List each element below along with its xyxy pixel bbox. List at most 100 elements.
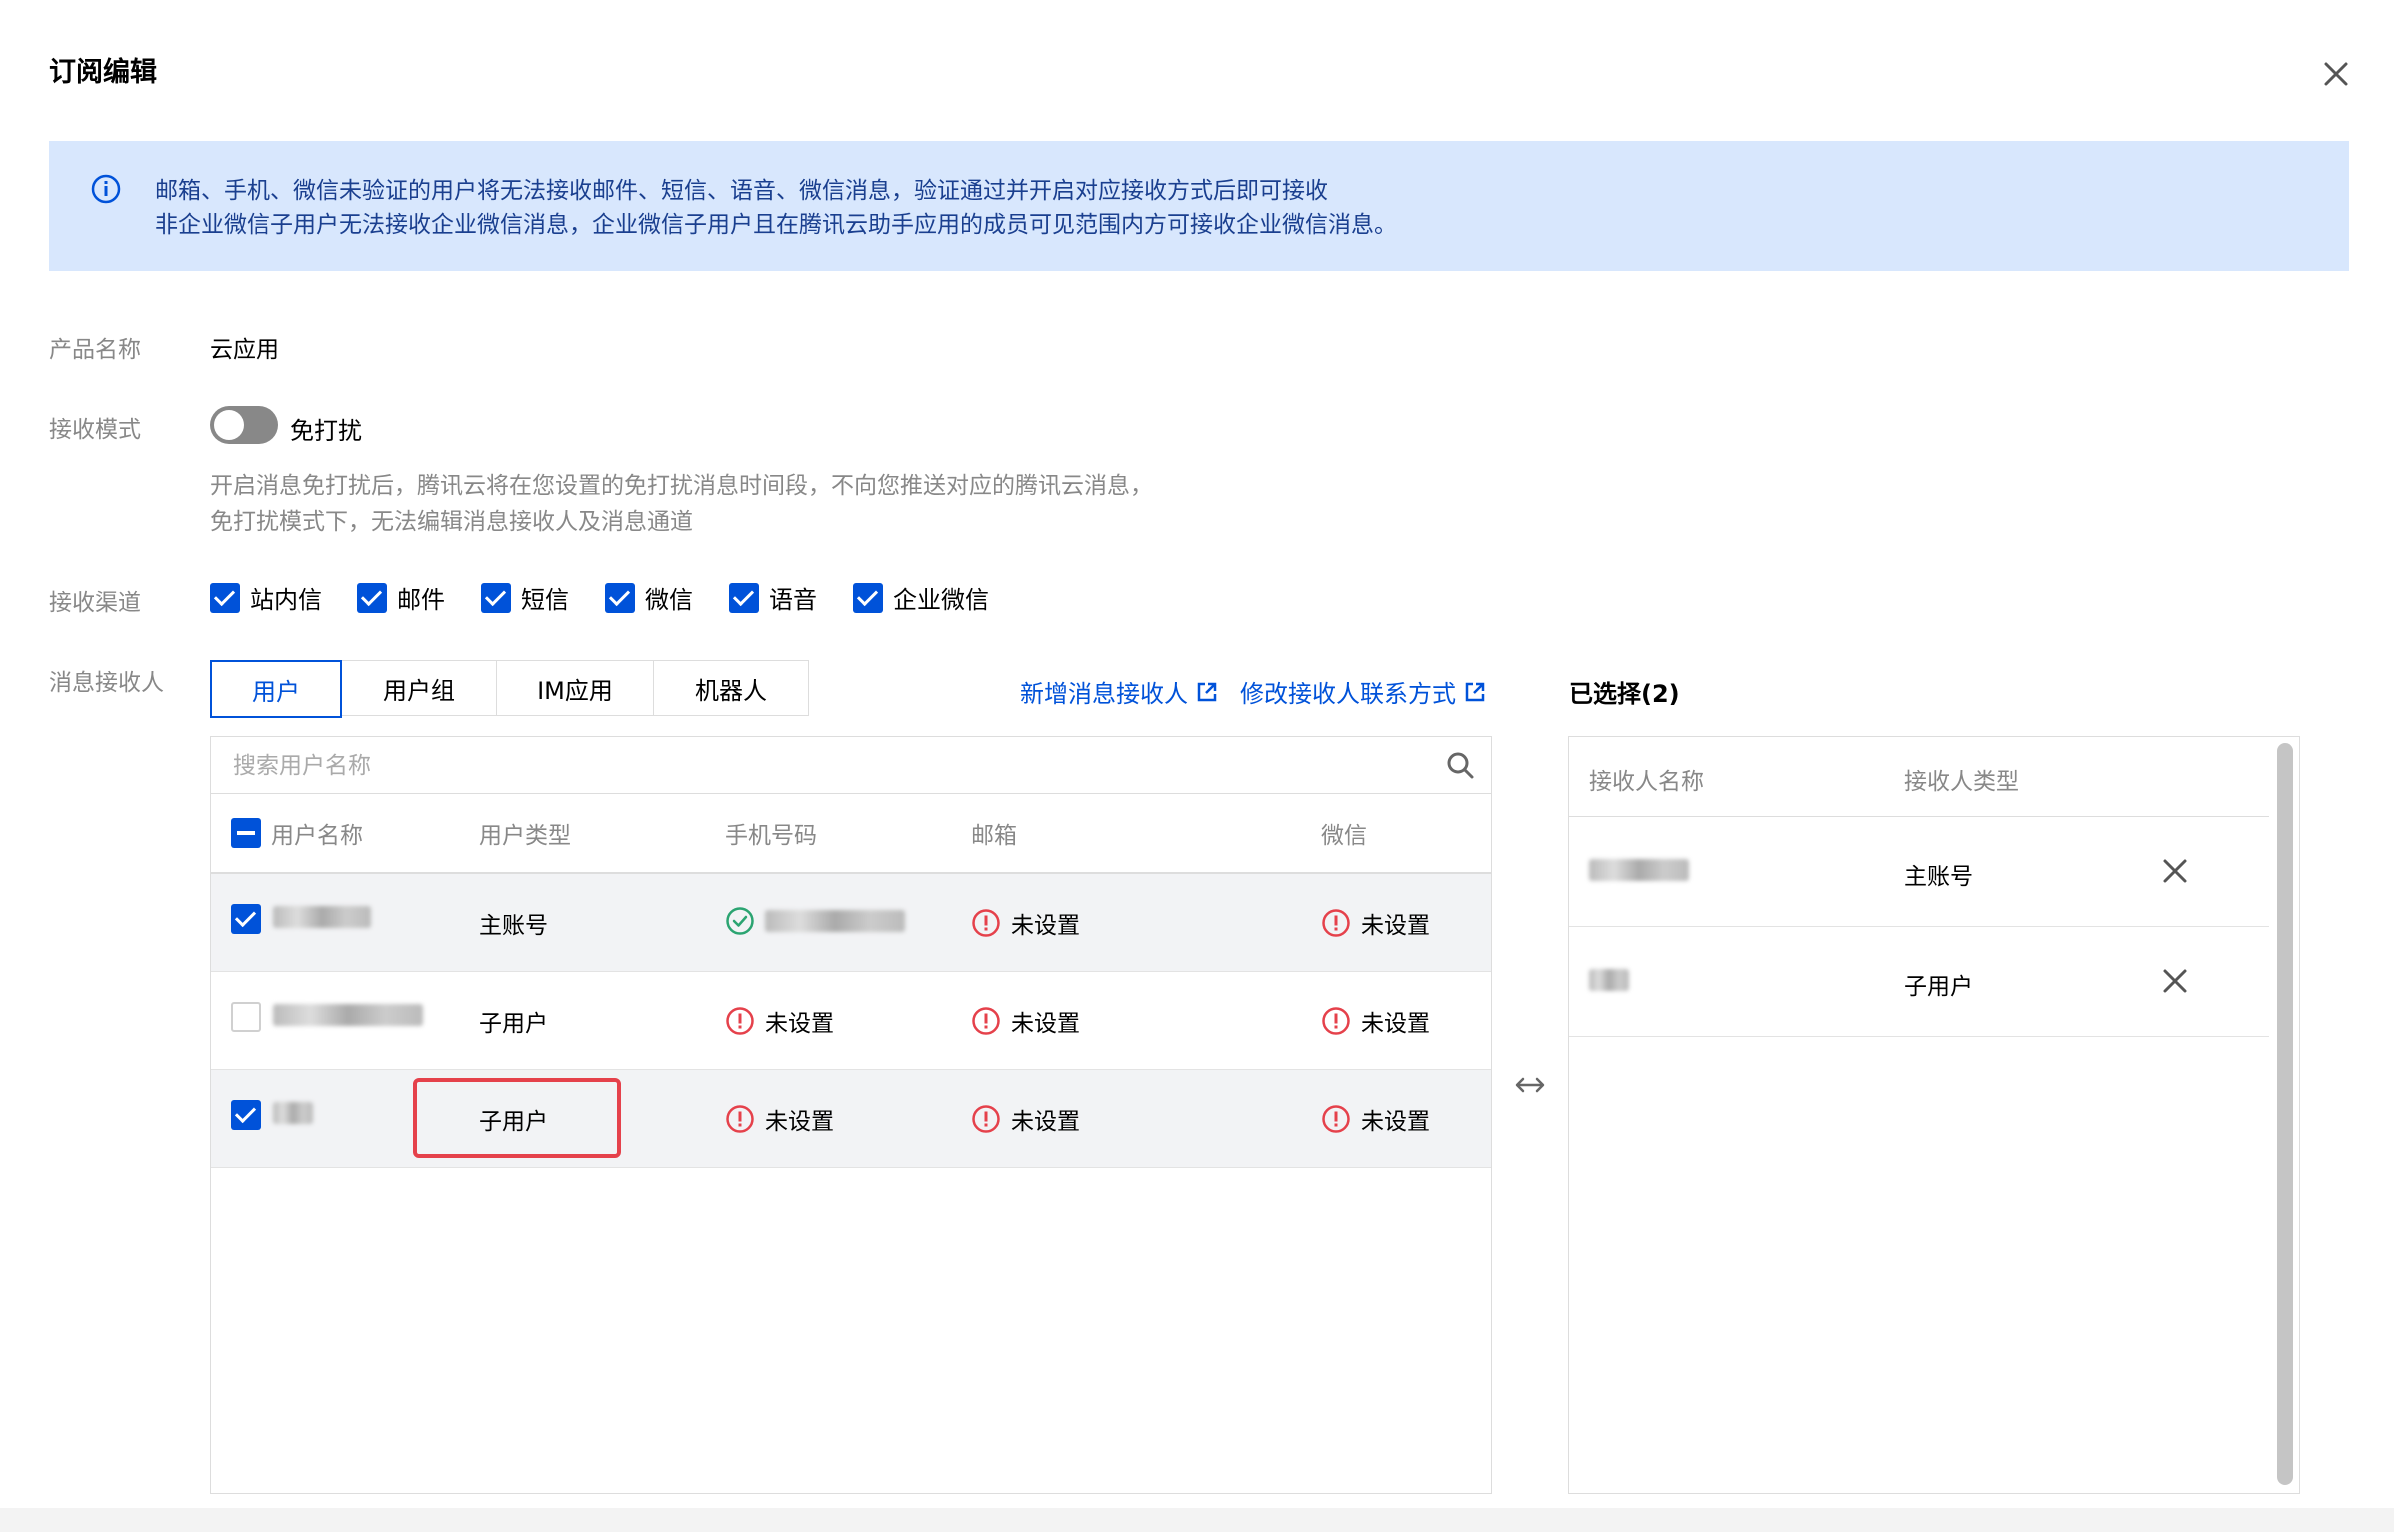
error-circle-icon [972,1007,1000,1035]
redacted-name [273,1102,313,1124]
search-icon[interactable] [1445,750,1475,780]
column-user-name: 用户名称 [271,823,363,849]
search-input[interactable] [231,747,1415,785]
user-type: 主账号 [479,913,548,939]
checkbox[interactable] [853,582,883,613]
edit-contact-label: 修改接收人联系方式 [1240,680,1456,708]
row-checkbox[interactable] [231,904,261,934]
notice-line-1: 邮箱、手机、微信未验证的用户将无法接收邮件、短信、语音、微信消息，验证通过并开启… [155,178,1328,204]
swap-arrows-icon [1515,1077,1545,1093]
redacted-name [1589,859,1689,881]
user-type: 子用户 [479,1109,548,1135]
dnd-description-1: 开启消息免打扰后，腾讯云将在您设置的免打扰消息时间段，不向您推送对应的腾讯云消息… [210,473,1153,499]
mode-label: 接收模式 [49,417,141,443]
row-checkbox[interactable] [231,1100,261,1130]
checkbox[interactable] [481,582,511,613]
table-row[interactable]: 子用户 未设置 未设置 未设置 [211,972,1491,1070]
column-recipient-type: 接收人类型 [1904,769,2019,795]
redacted-phone [765,910,905,932]
recipient-label: 消息接收人 [49,670,164,696]
product-label: 产品名称 [49,337,141,363]
error-circle-icon [726,1007,754,1035]
selected-row: 子用户 [1569,927,2269,1037]
selected-panel: 接收人名称 接收人类型 主账号 子用户 [1568,736,2300,1494]
table-row[interactable]: 子用户 未设置 未设置 未设置 [211,1070,1491,1168]
dnd-toggle[interactable] [210,406,278,444]
phone-cell: 未设置 [725,1102,834,1136]
recipient-type: 子用户 [1904,974,1973,1000]
row-checkbox[interactable] [231,1002,261,1032]
close-icon[interactable] [2318,56,2354,92]
tab-im-apps[interactable]: IM应用 [496,660,654,716]
remove-icon[interactable] [2161,967,2189,995]
channel-voice[interactable]: 语音 [729,580,817,615]
selected-row: 主账号 [1569,817,2269,927]
user-type: 子用户 [479,1011,548,1037]
wechat-cell: 未设置 [1321,1004,1430,1038]
check-circle-icon [726,907,754,935]
remove-icon[interactable] [2161,857,2189,885]
user-name [273,906,371,928]
scrollbar[interactable] [2277,743,2293,1485]
column-phone: 手机号码 [725,823,817,849]
tab-users[interactable]: 用户 [210,660,342,718]
checkbox[interactable] [357,582,387,613]
selected-header: 接收人名称 接收人类型 [1569,737,2269,817]
phone-status: 未设置 [765,1011,834,1037]
channel-wecom-label: 企业微信 [893,586,989,614]
phone-cell [725,906,905,936]
column-email: 邮箱 [971,823,1017,849]
redacted-name [273,906,371,928]
phone-cell: 未设置 [725,1004,834,1038]
dnd-label: 免打扰 [290,417,362,445]
checkbox[interactable] [729,582,759,613]
add-recipient-label: 新增消息接收人 [1020,680,1188,708]
table-header: 用户名称 用户类型 手机号码 邮箱 微信 [211,794,1491,874]
edit-contact-link[interactable]: 修改接收人联系方式 [1240,674,1486,709]
error-circle-icon [1322,1105,1350,1133]
recipient-name [1589,859,1689,881]
channel-email[interactable]: 邮件 [357,580,445,615]
wechat-cell: 未设置 [1321,1102,1430,1136]
add-recipient-link[interactable]: 新增消息接收人 [1020,674,1218,709]
channel-voice-label: 语音 [769,586,817,614]
redacted-name [273,1004,423,1026]
channel-wechat-label: 微信 [645,586,693,614]
checkbox[interactable] [605,582,635,613]
toggle-knob [214,410,244,440]
wechat-cell: 未设置 [1321,906,1430,940]
email-status: 未设置 [1011,913,1080,939]
tab-robots[interactable]: 机器人 [653,660,809,716]
channel-inbox[interactable]: 站内信 [210,580,322,615]
info-icon [91,174,121,204]
table-row[interactable]: 主账号 未设置 未设置 [211,874,1491,972]
error-circle-icon [726,1105,754,1133]
recipient-tabs: 用户 用户组 IM应用 机器人 [210,660,809,718]
channel-wecom[interactable]: 企业微信 [853,580,989,615]
external-link-icon [1465,682,1485,701]
checkbox[interactable] [210,582,240,613]
channel-email-label: 邮件 [397,586,445,614]
recipient-type: 主账号 [1904,864,1973,890]
wechat-status: 未设置 [1361,1109,1430,1135]
email-cell: 未设置 [971,906,1080,940]
tab-user-groups[interactable]: 用户组 [341,660,497,716]
user-name [273,1004,423,1026]
info-notice: 邮箱、手机、微信未验证的用户将无法接收邮件、短信、语音、微信消息，验证通过并开启… [49,141,2349,271]
selected-title: 已选择(2) [1569,680,1680,708]
product-value: 云应用 [210,337,279,363]
channel-wechat[interactable]: 微信 [605,580,693,615]
search-bar [211,737,1491,794]
redacted-name [1589,969,1629,991]
column-recipient-name: 接收人名称 [1589,769,1704,795]
error-circle-icon [1322,1007,1350,1035]
channel-sms-label: 短信 [521,586,569,614]
external-link-icon [1197,682,1217,701]
wechat-status: 未设置 [1361,913,1430,939]
email-status: 未设置 [1011,1109,1080,1135]
dnd-description-2: 免打扰模式下，无法编辑消息接收人及消息通道 [210,509,693,535]
select-all-checkbox[interactable] [231,818,261,848]
wechat-status: 未设置 [1361,1011,1430,1037]
channel-sms[interactable]: 短信 [481,580,569,615]
column-user-type: 用户类型 [479,823,571,849]
